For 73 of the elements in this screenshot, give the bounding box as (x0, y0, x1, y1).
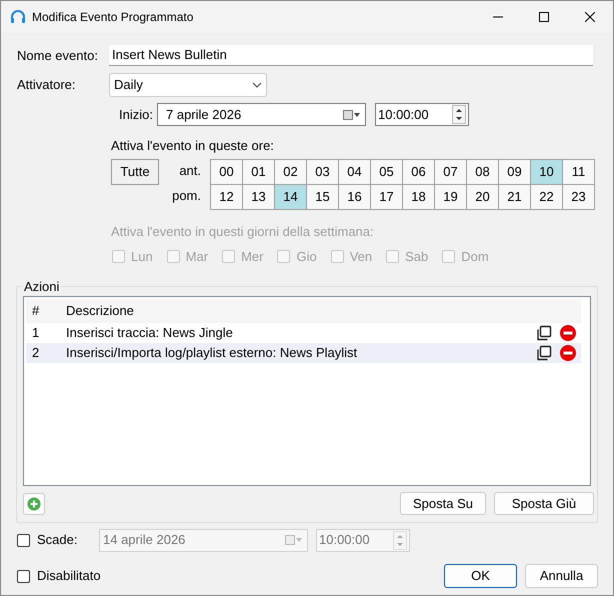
checkbox-label: Mer (241, 248, 264, 266)
calendar-icon (343, 110, 361, 120)
checkbox-label: Lun (131, 248, 153, 266)
close-icon (585, 12, 595, 22)
column-header: Descrizione (66, 302, 134, 320)
event-name-field[interactable]: Insert News Bulletin (109, 45, 593, 66)
start-date-picker[interactable]: 7 aprile 2026 (157, 103, 366, 126)
section-label: Attiva l'evento in questi giorni della settimana: (111, 222, 375, 241)
checkbox-label: Scade: (37, 531, 78, 550)
trigger-dropdown[interactable]: Daily (109, 72, 267, 96)
chevron-down-icon (252, 82, 262, 88)
window-title: Modifica Evento Programmato (32, 9, 194, 26)
hour-cell[interactable]: 20 (466, 184, 498, 209)
move-down-button[interactable]: Sposta Giù (494, 492, 594, 515)
hour-cell[interactable]: 23 (562, 184, 594, 209)
plus-icon (27, 496, 41, 510)
section-label: Attiva l'evento in queste ore: (111, 137, 275, 155)
copy-icon[interactable] (536, 325, 552, 341)
cancel-button[interactable]: Annulla (525, 564, 598, 588)
checkbox-label: Mar (186, 248, 208, 266)
checkbox-label: Ven (350, 248, 372, 266)
hour-cell[interactable]: 21 (498, 184, 530, 209)
hour-cell[interactable]: 22 (530, 184, 562, 209)
checkbox-label: Sab (405, 248, 428, 266)
field-label: Inizio: (119, 106, 154, 124)
column-header: # (31, 302, 40, 320)
maximize-icon (539, 12, 549, 22)
ok-button[interactable]: OK (444, 564, 517, 588)
group-title: Azioni (23, 278, 60, 296)
action-description: Inserisci traccia: News Jingle (66, 324, 233, 342)
headphones-icon (10, 9, 26, 25)
hour-cell[interactable]: 07 (434, 159, 466, 184)
action-row[interactable]: 2 Inserisci/Importa log/playlist esterno: News Playlist (26, 343, 581, 363)
hour-cell[interactable]: 05 (370, 159, 402, 184)
spin-arrows-icon (452, 105, 466, 124)
hour-cell[interactable]: 00 (210, 159, 242, 184)
copy-icon[interactable] (536, 345, 552, 361)
calendar-icon (285, 535, 303, 545)
hour-cell[interactable]: 12 (210, 184, 242, 209)
checkbox-label: Gio (296, 248, 317, 266)
hour-cell[interactable]: 01 (242, 159, 274, 184)
hour-cell[interactable]: 02 (274, 159, 306, 184)
remove-icon[interactable] (560, 325, 576, 341)
start-time-spinner[interactable]: 10:00:00 (375, 103, 469, 126)
hour-cell[interactable]: 18 (402, 184, 434, 209)
hour-cell[interactable]: 11 (562, 159, 594, 184)
remove-icon[interactable] (560, 345, 576, 361)
hour-cell[interactable]: 06 (402, 159, 434, 184)
field-label: Attivatore: (16, 76, 77, 94)
checkbox-label: Disabilitato (37, 567, 101, 586)
hour-cell[interactable]: 09 (498, 159, 530, 184)
add-button[interactable] (23, 492, 45, 514)
action-description: Inserisci/Importa log/playlist esterno: News Playlist (66, 344, 358, 362)
checkbox[interactable] (17, 570, 30, 582)
hour-cell[interactable]: 08 (466, 159, 498, 184)
hour-cell[interactable]: 17 (370, 184, 402, 209)
hour-cell[interactable]: 03 (306, 159, 338, 184)
checkbox-label: Dom (461, 248, 489, 266)
field-label: Nome evento: (16, 46, 99, 65)
hour-cell[interactable]: 10 (530, 159, 562, 184)
hour-cell[interactable]: 19 (434, 184, 466, 209)
hour-cell[interactable]: 14 (274, 184, 306, 209)
move-up-button[interactable]: Sposta Su (400, 492, 486, 515)
hour-cell[interactable]: 16 (338, 184, 370, 209)
hour-cell[interactable]: 04 (338, 159, 370, 184)
row-label: pom. (171, 187, 202, 206)
row-number: 2 (31, 344, 40, 362)
row-number: 1 (31, 324, 40, 342)
all-hours-button[interactable]: Tutte (111, 158, 159, 184)
spin-arrows-icon (393, 530, 407, 550)
row-label: ant. (178, 162, 202, 180)
hour-cell[interactable]: 15 (306, 184, 338, 209)
hour-cell[interactable]: 13 (242, 184, 274, 209)
